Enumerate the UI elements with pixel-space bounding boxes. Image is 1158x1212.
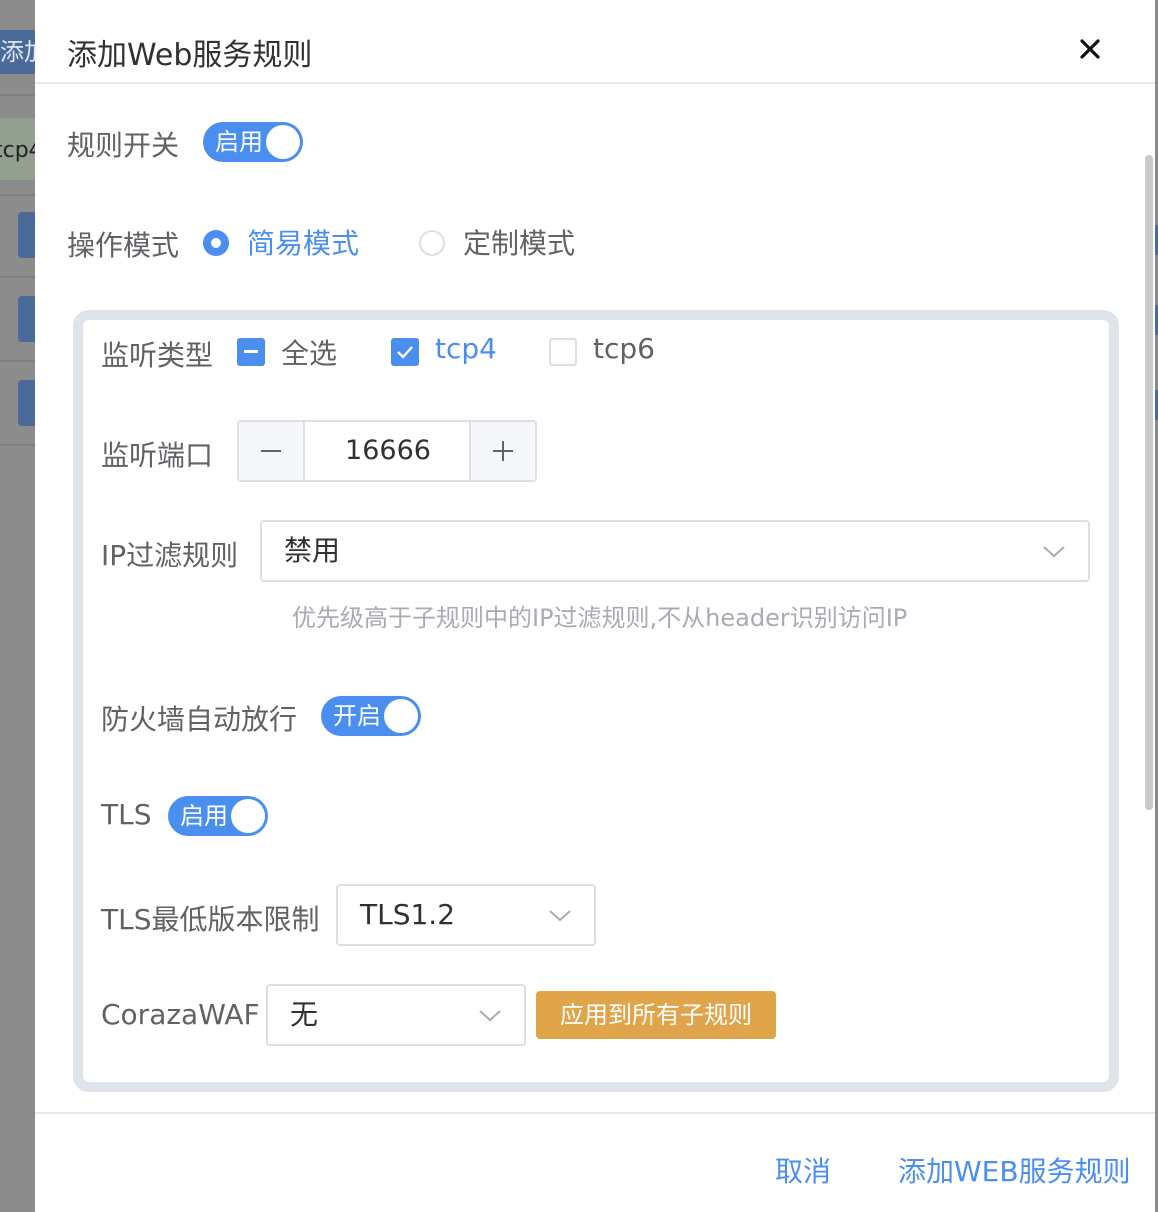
mode-label: 操作模式 — [67, 229, 180, 262]
background-divider — [0, 94, 40, 96]
select-all-label: 全选 — [281, 337, 338, 370]
listen-port-label: 监听端口 — [101, 439, 214, 472]
add-web-rule-dialog: 添加Web服务规则 规则开关 启用 操作模式 简易模式 定制模式 监听类型 全选… — [35, 0, 1155, 1212]
indeterminate-icon — [237, 338, 265, 366]
tls-min-version-select[interactable]: TLS1.2 — [336, 884, 596, 946]
unchecked-box-icon — [549, 338, 577, 366]
background-divider — [0, 194, 40, 196]
background-divider — [0, 444, 40, 446]
switch-knob — [231, 799, 265, 833]
cancel-button[interactable]: 取消 — [775, 1150, 831, 1190]
switch-knob — [384, 699, 418, 733]
chevron-down-icon — [479, 1010, 501, 1022]
dialog-scrollbar[interactable] — [1145, 155, 1153, 810]
minus-icon — [261, 450, 281, 452]
add-web-rule-button[interactable]: 添加WEB服务规则 — [898, 1150, 1131, 1190]
dialog-title: 添加Web服务规则 — [67, 38, 313, 73]
firewall-switch[interactable]: 开启 — [321, 696, 421, 736]
chevron-down-icon — [1043, 546, 1065, 558]
dialog-header: 添加Web服务规则 — [35, 0, 1155, 84]
ip-filter-label: IP过滤规则 — [101, 539, 239, 572]
check-icon — [391, 338, 419, 366]
background-page: 添加 tcp4 — [0, 0, 40, 1212]
listen-port-input[interactable]: 16666 — [305, 422, 471, 480]
switch-knob — [266, 125, 300, 159]
ip-filter-hint: 优先级高于子规则中的IP过滤规则,不从header识别访问IP — [292, 604, 908, 632]
tls-switch[interactable]: 启用 — [168, 796, 268, 836]
ip-filter-value: 禁用 — [284, 534, 341, 567]
firewall-label: 防火墙自动放行 — [101, 703, 298, 736]
tls-switch-text: 启用 — [180, 802, 228, 830]
tls-min-version-label: TLS最低版本限制 — [101, 903, 320, 936]
coraza-waf-label: CorazaWAF — [101, 998, 260, 1031]
radio-unchecked-icon — [419, 230, 445, 256]
decrement-button[interactable] — [239, 422, 305, 480]
radio-checked-icon — [203, 230, 229, 256]
background-row-text: tcp4 — [0, 138, 40, 163]
rule-switch[interactable]: 启用 — [203, 122, 303, 162]
background-divider — [0, 360, 40, 362]
tls-min-version-value: TLS1.2 — [360, 898, 456, 931]
footer-divider — [35, 1112, 1155, 1114]
apply-to-all-subrules-button[interactable]: 应用到所有子规则 — [536, 991, 776, 1039]
firewall-switch-text: 开启 — [333, 702, 381, 730]
tcp4-label: tcp4 — [435, 332, 497, 365]
ip-filter-select[interactable]: 禁用 — [260, 520, 1090, 582]
tcp6-label: tcp6 — [593, 332, 655, 365]
background-add-button: 添加 — [0, 30, 38, 74]
radio-custom-mode-label: 定制模式 — [463, 227, 576, 260]
chevron-down-icon — [549, 910, 571, 922]
close-icon[interactable] — [1073, 32, 1107, 66]
rule-switch-label: 规则开关 — [67, 129, 180, 162]
listen-type-label: 监听类型 — [101, 339, 214, 372]
radio-simple-mode-label: 简易模式 — [247, 227, 360, 260]
tls-label: TLS — [101, 798, 152, 831]
plus-icon — [493, 441, 513, 461]
coraza-waf-value: 无 — [290, 998, 319, 1031]
listen-port-stepper: 16666 — [237, 420, 537, 482]
background-divider — [0, 276, 40, 278]
increment-button[interactable] — [469, 422, 535, 480]
rule-switch-text: 启用 — [215, 128, 263, 156]
coraza-waf-select[interactable]: 无 — [266, 984, 526, 1046]
